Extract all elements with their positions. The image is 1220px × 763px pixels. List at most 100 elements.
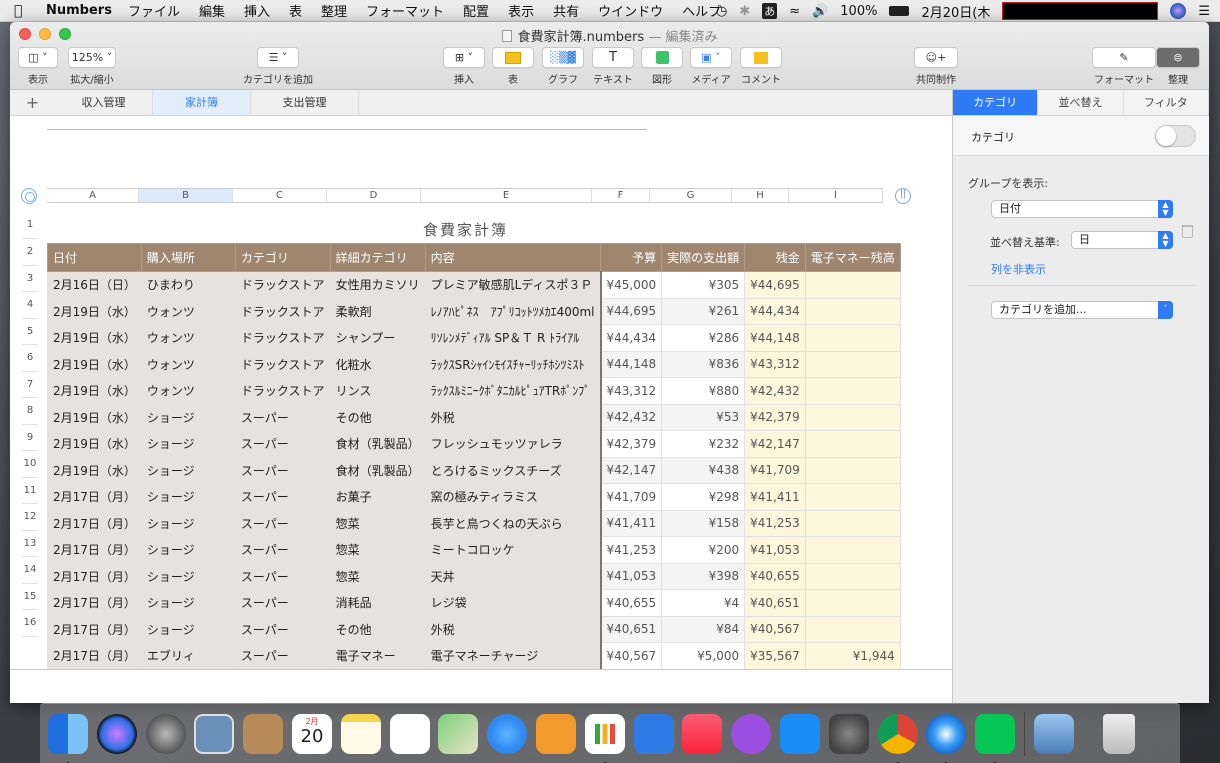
- table-title[interactable]: 食費家計簿: [47, 219, 884, 240]
- table-row[interactable]: 2月19日（水） ショージ スーパー 食材（乳製品） フレッシュモッツァレラ ¥42,37…: [47, 430, 901, 458]
- table-cell[interactable]: ウォンツ: [140, 324, 236, 352]
- trash-icon[interactable]: [1182, 225, 1193, 238]
- toolbar-format[interactable]: ✎ フォーマット: [1092, 47, 1156, 86]
- tab-income[interactable]: 収入管理: [55, 90, 153, 115]
- table-cell[interactable]: 2月19日（水）: [47, 456, 142, 484]
- table-cell[interactable]: 2月17日（月）: [47, 642, 142, 670]
- table-row[interactable]: 2月17日（月） ショージ スーパー お菓子 窯の極みティラミス ¥41,709 ¥298 ¥…: [47, 483, 901, 511]
- table-cell[interactable]: ¥44,148: [599, 350, 663, 378]
- row-number[interactable]: 11: [22, 477, 38, 504]
- table-cell[interactable]: 食材（乳製品）: [329, 430, 426, 458]
- row-number[interactable]: 16: [22, 610, 38, 637]
- table-cell[interactable]: ¥45,000: [599, 271, 663, 299]
- toolbar-shape[interactable]: 図形: [641, 47, 683, 86]
- table-row[interactable]: 2月19日（水） ウォンツ ドラックストア 化粧水 ﾗｯｸｽSRｼｬｲﾝﾓｲｽﾁｬｰﾘｯ…: [47, 350, 901, 378]
- table-cell[interactable]: ﾗｯｸｽSRｼｬｲﾝﾓｲｽﾁｬｰﾘｯﾁﾎｼﾂﾐｽﾄ: [424, 350, 602, 378]
- table-cell[interactable]: ¥398: [661, 562, 746, 590]
- table-cell[interactable]: 天丼: [424, 562, 602, 590]
- row-number[interactable]: 13: [22, 530, 38, 557]
- sheet-canvas[interactable]: A B C D E F G H I 食費家計簿 1234567891011121…: [10, 116, 952, 703]
- maps-icon[interactable]: [438, 713, 479, 754]
- add-column-handle[interactable]: [895, 188, 911, 204]
- table-cell[interactable]: ¥41,053: [599, 562, 663, 590]
- table-cell[interactable]: 惣菜: [329, 562, 426, 590]
- toolbar-zoom[interactable]: 125% ˅ 拡大/縮小: [68, 47, 116, 86]
- table-cell[interactable]: スーパー: [234, 430, 331, 458]
- table-cell[interactable]: ミートコロッケ: [424, 536, 602, 564]
- hide-column-link[interactable]: 列を非表示: [991, 261, 1046, 277]
- format-button[interactable]: ✎: [1092, 47, 1156, 68]
- table-cell[interactable]: 電子マネー: [329, 642, 426, 670]
- toolbar-text[interactable]: T テキスト: [592, 47, 634, 86]
- tab-filter[interactable]: フィルタ: [1123, 90, 1209, 115]
- table-cell[interactable]: [804, 456, 901, 484]
- table-row[interactable]: 2月19日（水） ショージ スーパー その他 外税 ¥42,432 ¥53 ¥42,379: [47, 403, 901, 431]
- column-header[interactable]: C: [233, 189, 327, 202]
- table-cell[interactable]: フレッシュモッツァレラ: [424, 430, 602, 458]
- table-cell[interactable]: 窯の極みティラミス: [424, 483, 602, 511]
- row-number[interactable]: 15: [22, 583, 38, 610]
- table-cell[interactable]: ¥305: [661, 271, 746, 299]
- text-button[interactable]: T: [592, 47, 634, 68]
- add-category-button[interactable]: ☰ ˅: [257, 47, 299, 68]
- table-cell[interactable]: [804, 403, 901, 431]
- table-cell[interactable]: ショージ: [140, 589, 236, 617]
- table-cell[interactable]: [804, 589, 901, 617]
- row-number[interactable]: 6: [22, 345, 38, 372]
- table-cell[interactable]: スーパー: [234, 642, 331, 670]
- table-cell[interactable]: 消耗品: [329, 589, 426, 617]
- table-cell[interactable]: ショージ: [140, 403, 236, 431]
- table-cell[interactable]: ¥42,147: [744, 430, 806, 458]
- column-header[interactable]: H: [732, 189, 789, 202]
- toolbar-insert[interactable]: ⊞ ˅ 挿入: [443, 47, 485, 86]
- apple-icon[interactable]: : [14, 3, 32, 19]
- table-cell[interactable]: ¥880: [661, 377, 746, 405]
- music-icon[interactable]: [682, 713, 723, 754]
- table-row[interactable]: 2月19日（水） ウォンツ ドラックストア シャンプー ﾘｿﾚﾝﾒﾃﾞｨｱﾙ SP＆Ｔ …: [47, 324, 901, 352]
- menu-edit[interactable]: 編集: [199, 1, 225, 20]
- row-number[interactable]: 9: [22, 424, 38, 451]
- tab-household[interactable]: 家計簿: [153, 90, 251, 115]
- header-cell[interactable]: 詳細カテゴリ: [329, 243, 426, 272]
- add-category-select[interactable]: カテゴリを追加... ˅: [991, 301, 1173, 319]
- launchpad-icon[interactable]: [145, 713, 186, 754]
- toolbar-add-category[interactable]: ☰ ˅ カテゴリを追加: [243, 47, 313, 86]
- header-cell[interactable]: 日付: [47, 243, 142, 272]
- table-cell[interactable]: 外税: [424, 403, 602, 431]
- table-select-handle[interactable]: [21, 188, 37, 204]
- table-cell[interactable]: ドラックストア: [234, 350, 331, 378]
- table-cell[interactable]: ¥42,147: [599, 456, 663, 484]
- table-cell[interactable]: とろけるミックスチーズ: [424, 456, 602, 484]
- safari-icon[interactable]: [926, 713, 967, 763]
- table-cell[interactable]: ドラックストア: [234, 324, 331, 352]
- view-button[interactable]: ◫ ˅: [18, 47, 58, 68]
- table-cell[interactable]: ¥43,312: [599, 377, 663, 405]
- table-cell[interactable]: ¥44,434: [744, 297, 806, 325]
- table-cell[interactable]: 2月19日（水）: [47, 403, 142, 431]
- menu-format[interactable]: フォーマット: [366, 1, 444, 20]
- table-cell[interactable]: ﾚﾉｱﾊﾋﾟﾈｽ ｱﾌﾟﾘｺｯﾄﾂﾒｶｴ400ml: [424, 297, 602, 325]
- column-header[interactable]: E: [421, 189, 592, 202]
- table-cell[interactable]: ウォンツ: [140, 297, 236, 325]
- table-cell[interactable]: ¥43,312: [744, 350, 806, 378]
- line-icon[interactable]: [975, 713, 1016, 763]
- chart-button[interactable]: ░▒▓: [542, 47, 584, 68]
- table-cell[interactable]: [804, 324, 901, 352]
- table-cell[interactable]: ドラックストア: [234, 297, 331, 325]
- volume-icon[interactable]: 🔊: [812, 4, 828, 19]
- row-number[interactable]: 14: [22, 557, 38, 584]
- table-cell[interactable]: 食材（乳製品）: [329, 456, 426, 484]
- table-cell[interactable]: リンス: [329, 377, 426, 405]
- table-cell[interactable]: ¥40,655: [599, 589, 663, 617]
- table-cell[interactable]: ¥1,944: [804, 642, 901, 670]
- organize-button[interactable]: ⊜: [1156, 47, 1200, 68]
- table-cell[interactable]: ¥40,651: [599, 615, 663, 643]
- menu-share[interactable]: 共有: [553, 1, 579, 20]
- table-cell[interactable]: ¥44,695: [744, 271, 806, 299]
- table-cell[interactable]: [804, 377, 901, 405]
- table-row[interactable]: 2月17日（月） ショージ スーパー 消耗品 レジ袋 ¥40,655 ¥4 ¥40,651: [47, 589, 901, 617]
- preview-bird-icon[interactable]: [194, 713, 235, 754]
- table-cell[interactable]: ¥286: [661, 324, 746, 352]
- app-menu[interactable]: Numbers: [46, 3, 112, 18]
- menu-window[interactable]: ウインドウ: [598, 1, 663, 20]
